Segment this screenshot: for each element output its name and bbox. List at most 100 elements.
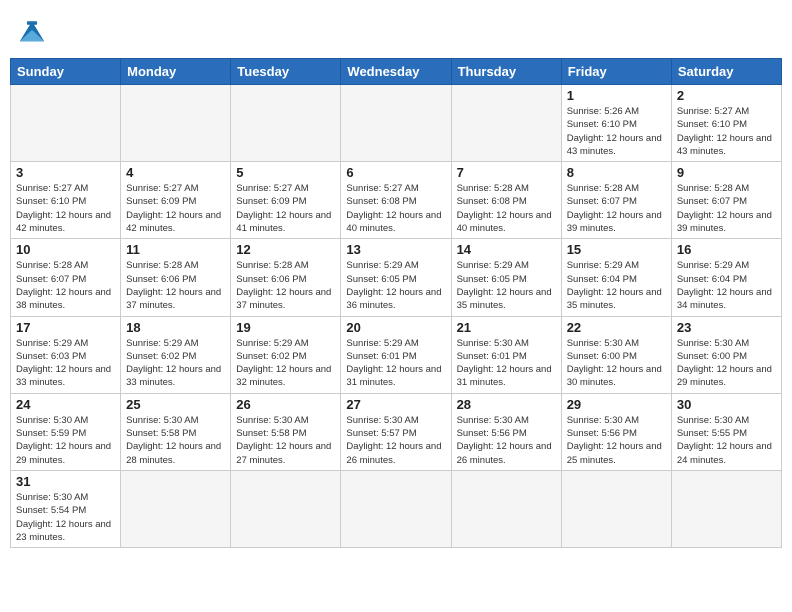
day-number: 29 bbox=[567, 397, 666, 412]
day-number: 12 bbox=[236, 242, 335, 257]
calendar-cell: 14 Sunrise: 5:29 AMSunset: 6:05 PMDayligh… bbox=[451, 239, 561, 316]
day-info: Sunrise: 5:29 AMSunset: 6:02 PMDaylight:… bbox=[126, 337, 225, 390]
day-number: 22 bbox=[567, 320, 666, 335]
day-info: Sunrise: 5:29 AMSunset: 6:04 PMDaylight:… bbox=[567, 259, 666, 312]
calendar-cell: 24Sunrise: 5:30 AMSunset: 5:59 PMDayligh… bbox=[11, 393, 121, 470]
day-number: 28 bbox=[457, 397, 556, 412]
calendar-cell: 21 Sunrise: 5:30 AMSunset: 6:01 PMDayligh… bbox=[451, 316, 561, 393]
day-number: 9 bbox=[677, 165, 776, 180]
day-number: 17 bbox=[16, 320, 115, 335]
day-info: Sunrise: 5:30 AMSunset: 5:58 PMDaylight:… bbox=[126, 414, 225, 467]
day-number: 5 bbox=[236, 165, 335, 180]
day-info: Sunrise: 5:28 AMSunset: 6:08 PMDaylight:… bbox=[457, 182, 556, 235]
day-info: Sunrise: 5:28 AMSunset: 6:07 PMDaylight:… bbox=[567, 182, 666, 235]
day-info: Sunrise: 5:29 AMSunset: 6:05 PMDaylight:… bbox=[346, 259, 445, 312]
calendar-cell: 11 Sunrise: 5:28 AMSunset: 6:06 PMDayligh… bbox=[121, 239, 231, 316]
day-info: Sunrise: 5:27 AMSunset: 6:09 PMDaylight:… bbox=[236, 182, 335, 235]
day-info: Sunrise: 5:29 AMSunset: 6:05 PMDaylight:… bbox=[457, 259, 556, 312]
calendar-cell bbox=[121, 470, 231, 547]
calendar-cell: 15 Sunrise: 5:29 AMSunset: 6:04 PMDayligh… bbox=[561, 239, 671, 316]
calendar-cell: 3 Sunrise: 5:27 AMSunset: 6:10 PMDaylight… bbox=[11, 162, 121, 239]
day-info: Sunrise: 5:29 AMSunset: 6:01 PMDaylight:… bbox=[346, 337, 445, 390]
calendar-cell: 23 Sunrise: 5:30 AMSunset: 6:00 PMDayligh… bbox=[671, 316, 781, 393]
day-info: Sunrise: 5:28 AMSunset: 6:06 PMDaylight:… bbox=[236, 259, 335, 312]
day-info: Sunrise: 5:28 AMSunset: 6:07 PMDaylight:… bbox=[16, 259, 115, 312]
day-number: 16 bbox=[677, 242, 776, 257]
day-number: 15 bbox=[567, 242, 666, 257]
weekday-header-friday: Friday bbox=[561, 59, 671, 85]
day-number: 25 bbox=[126, 397, 225, 412]
day-number: 1 bbox=[567, 88, 666, 103]
calendar-cell: 6 Sunrise: 5:27 AMSunset: 6:08 PMDaylight… bbox=[341, 162, 451, 239]
calendar-cell: 26 Sunrise: 5:30 AMSunset: 5:58 PMDayligh… bbox=[231, 393, 341, 470]
day-info: Sunrise: 5:27 AMSunset: 6:08 PMDaylight:… bbox=[346, 182, 445, 235]
day-number: 26 bbox=[236, 397, 335, 412]
calendar-cell: 10 Sunrise: 5:28 AMSunset: 6:07 PMDayligh… bbox=[11, 239, 121, 316]
day-number: 21 bbox=[457, 320, 556, 335]
day-info: Sunrise: 5:29 AMSunset: 6:04 PMDaylight:… bbox=[677, 259, 776, 312]
day-number: 11 bbox=[126, 242, 225, 257]
header bbox=[10, 10, 782, 50]
weekday-header-sunday: Sunday bbox=[11, 59, 121, 85]
calendar: SundayMondayTuesdayWednesdayThursdayFrid… bbox=[10, 58, 782, 548]
calendar-cell: 19 Sunrise: 5:29 AMSunset: 6:02 PMDayligh… bbox=[231, 316, 341, 393]
day-info: Sunrise: 5:27 AMSunset: 6:10 PMDaylight:… bbox=[16, 182, 115, 235]
day-info: Sunrise: 5:29 AMSunset: 6:02 PMDaylight:… bbox=[236, 337, 335, 390]
day-info: Sunrise: 5:30 AMSunset: 5:56 PMDaylight:… bbox=[457, 414, 556, 467]
calendar-cell: 17 Sunrise: 5:29 AMSunset: 6:03 PMDayligh… bbox=[11, 316, 121, 393]
day-number: 4 bbox=[126, 165, 225, 180]
day-number: 3 bbox=[16, 165, 115, 180]
calendar-cell: 2Sunrise: 5:27 AMSunset: 6:10 PMDaylight… bbox=[671, 85, 781, 162]
calendar-cell bbox=[451, 470, 561, 547]
weekday-header-tuesday: Tuesday bbox=[231, 59, 341, 85]
day-number: 23 bbox=[677, 320, 776, 335]
calendar-cell bbox=[231, 470, 341, 547]
calendar-cell: 30Sunrise: 5:30 AMSunset: 5:55 PMDayligh… bbox=[671, 393, 781, 470]
calendar-cell: 1 Sunrise: 5:26 AMSunset: 6:10 PMDaylight… bbox=[561, 85, 671, 162]
calendar-cell bbox=[341, 85, 451, 162]
day-info: Sunrise: 5:27 AMSunset: 6:09 PMDaylight:… bbox=[126, 182, 225, 235]
calendar-cell: 28 Sunrise: 5:30 AMSunset: 5:56 PMDayligh… bbox=[451, 393, 561, 470]
day-info: Sunrise: 5:30 AMSunset: 6:00 PMDaylight:… bbox=[567, 337, 666, 390]
calendar-cell: 13 Sunrise: 5:29 AMSunset: 6:05 PMDayligh… bbox=[341, 239, 451, 316]
day-number: 24 bbox=[16, 397, 115, 412]
generalblue-logo-icon bbox=[14, 14, 50, 50]
day-number: 27 bbox=[346, 397, 445, 412]
calendar-cell: 7 Sunrise: 5:28 AMSunset: 6:08 PMDaylight… bbox=[451, 162, 561, 239]
calendar-cell bbox=[671, 470, 781, 547]
calendar-cell: 27 Sunrise: 5:30 AMSunset: 5:57 PMDayligh… bbox=[341, 393, 451, 470]
day-number: 20 bbox=[346, 320, 445, 335]
day-number: 6 bbox=[346, 165, 445, 180]
day-info: Sunrise: 5:30 AMSunset: 5:57 PMDaylight:… bbox=[346, 414, 445, 467]
calendar-cell: 18Sunrise: 5:29 AMSunset: 6:02 PMDayligh… bbox=[121, 316, 231, 393]
calendar-cell: 20 Sunrise: 5:29 AMSunset: 6:01 PMDayligh… bbox=[341, 316, 451, 393]
day-info: Sunrise: 5:30 AMSunset: 5:55 PMDaylight:… bbox=[677, 414, 776, 467]
calendar-cell: 29Sunrise: 5:30 AMSunset: 5:56 PMDayligh… bbox=[561, 393, 671, 470]
logo bbox=[14, 14, 56, 50]
calendar-cell: 12 Sunrise: 5:28 AMSunset: 6:06 PMDayligh… bbox=[231, 239, 341, 316]
weekday-header-wednesday: Wednesday bbox=[341, 59, 451, 85]
day-number: 14 bbox=[457, 242, 556, 257]
calendar-cell: 5 Sunrise: 5:27 AMSunset: 6:09 PMDaylight… bbox=[231, 162, 341, 239]
day-info: Sunrise: 5:26 AMSunset: 6:10 PMDaylight:… bbox=[567, 105, 666, 158]
day-info: Sunrise: 5:30 AMSunset: 5:58 PMDaylight:… bbox=[236, 414, 335, 467]
day-info: Sunrise: 5:27 AMSunset: 6:10 PMDaylight:… bbox=[677, 105, 776, 158]
weekday-header-thursday: Thursday bbox=[451, 59, 561, 85]
weekday-header-monday: Monday bbox=[121, 59, 231, 85]
calendar-cell: 25 Sunrise: 5:30 AMSunset: 5:58 PMDayligh… bbox=[121, 393, 231, 470]
calendar-cell: 16 Sunrise: 5:29 AMSunset: 6:04 PMDayligh… bbox=[671, 239, 781, 316]
calendar-cell: 22 Sunrise: 5:30 AMSunset: 6:00 PMDayligh… bbox=[561, 316, 671, 393]
calendar-cell: 4 Sunrise: 5:27 AMSunset: 6:09 PMDaylight… bbox=[121, 162, 231, 239]
day-number: 13 bbox=[346, 242, 445, 257]
day-info: Sunrise: 5:29 AMSunset: 6:03 PMDaylight:… bbox=[16, 337, 115, 390]
calendar-cell bbox=[451, 85, 561, 162]
calendar-cell: 8 Sunrise: 5:28 AMSunset: 6:07 PMDaylight… bbox=[561, 162, 671, 239]
day-number: 7 bbox=[457, 165, 556, 180]
day-number: 10 bbox=[16, 242, 115, 257]
calendar-cell: 9Sunrise: 5:28 AMSunset: 6:07 PMDaylight… bbox=[671, 162, 781, 239]
day-info: Sunrise: 5:30 AMSunset: 6:01 PMDaylight:… bbox=[457, 337, 556, 390]
day-info: Sunrise: 5:28 AMSunset: 6:06 PMDaylight:… bbox=[126, 259, 225, 312]
day-number: 8 bbox=[567, 165, 666, 180]
day-info: Sunrise: 5:30 AMSunset: 6:00 PMDaylight:… bbox=[677, 337, 776, 390]
day-number: 19 bbox=[236, 320, 335, 335]
